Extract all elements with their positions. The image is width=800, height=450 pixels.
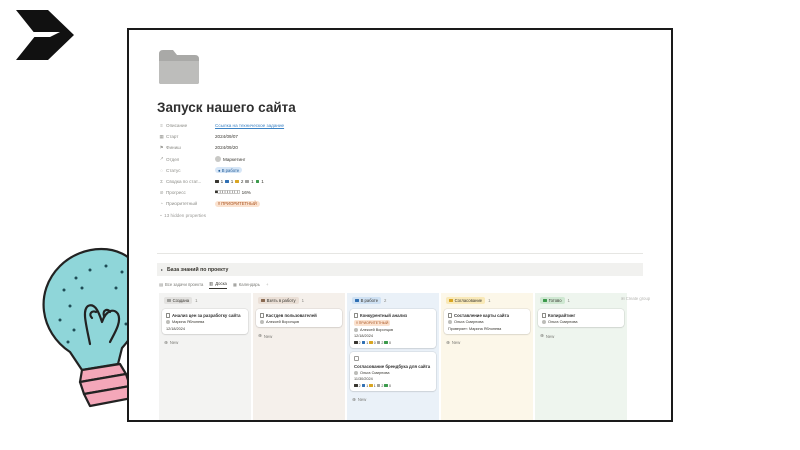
plus-icon: ⊕ — [352, 396, 356, 402]
document-icon — [542, 313, 546, 318]
document-icon — [354, 313, 358, 318]
add-view-button[interactable]: + — [266, 282, 268, 287]
column-count: 1 — [567, 298, 570, 303]
database-toggle-header[interactable]: ▸ База знаний по проекту — [157, 263, 643, 276]
subtask-counts: 2 1 0 2 0 — [354, 341, 432, 345]
calendar-icon: ▦ — [159, 133, 164, 139]
column-count: 1 — [195, 298, 198, 303]
assignee-avatar — [354, 327, 358, 332]
divider — [157, 253, 643, 254]
task-card[interactable]: Кастдев пользователей Алексей Воронцов — [256, 309, 342, 328]
summary-square-created — [215, 179, 219, 184]
property-department[interactable]: ↗ Отдел Маркетинг — [159, 154, 459, 165]
page-icon — [354, 355, 359, 361]
task-card[interactable]: Анализ цен за разработку сайта Марина Яб… — [162, 309, 248, 334]
document-icon — [448, 313, 452, 318]
property-priority[interactable]: ◔ Приоритетный ‼ ПРИОРИТЕТНЫЙ — [159, 198, 459, 209]
create-group-button[interactable]: ⊞ Create group — [621, 296, 650, 301]
priority-badge[interactable]: ‼ ПРИОРИТЕТНЫЙ — [215, 200, 260, 207]
task-card[interactable]: Копирайтинг Ольга Смирнова — [538, 309, 624, 328]
document-icon — [260, 313, 264, 318]
kanban-board: Создана 1 Анализ цен за разработку сайта… — [159, 293, 627, 420]
column-created: Создана 1 Анализ цен за разработку сайта… — [159, 293, 251, 420]
tab-all-tasks[interactable]: ▤ Все задачи проекта — [159, 279, 203, 289]
assignee-avatar — [542, 320, 546, 325]
summary-square-review — [245, 179, 250, 184]
department-avatar — [215, 156, 221, 163]
column-tag-in-work[interactable]: В работе — [352, 297, 382, 304]
assignee-avatar — [354, 370, 358, 375]
status-icon: ◌ — [160, 167, 163, 173]
column-tag-approval[interactable]: Согласование — [446, 297, 486, 304]
assignee-avatar — [166, 320, 170, 325]
column-approval: Согласование 1 Составление карты сайта О… — [441, 293, 533, 420]
property-finish[interactable]: ⚑ Финиш 2024/09/20 — [159, 142, 459, 153]
hidden-properties-toggle[interactable]: ⌄ 13 hidden properties — [159, 210, 459, 221]
property-description[interactable]: ≡ Описание Ссылка на техническое задание — [159, 120, 459, 131]
column-in-work: В работе 2 Конкурентный анализ ‼ ПРИОРИТ… — [347, 293, 439, 420]
calendar-view-icon: ▦ — [232, 281, 237, 287]
page-title[interactable]: Запуск нашего сайта — [157, 100, 296, 115]
progress-bar: ■□□□□□□□□□ — [215, 190, 240, 196]
person-icon: ↗ — [159, 156, 164, 162]
new-card-button[interactable]: ⊕ New — [258, 333, 343, 339]
document-icon — [166, 313, 170, 318]
task-card[interactable]: Составление карты сайта Ольга Смирнова П… — [444, 309, 530, 334]
table-view-icon: ▤ — [159, 281, 163, 287]
property-status[interactable]: ◌ Статус ● В работе — [159, 165, 459, 176]
flag-icon: ⚑ — [159, 144, 164, 150]
column-take-to-work: Взять в работу 1 Кастдев пользователей А… — [253, 293, 345, 420]
folder-icon[interactable] — [157, 48, 201, 86]
summary-icon: Σ — [160, 179, 163, 185]
plus-icon: ⊕ — [446, 339, 450, 345]
plus-icon: ⊕ — [164, 339, 168, 345]
properties-panel: ≡ Описание Ссылка на техническое задание … — [159, 120, 459, 221]
property-progress[interactable]: ⊘ Прогресс ■□□□□□□□□□ 16% — [159, 187, 459, 198]
assignee-avatar — [260, 320, 264, 325]
progress-icon: ⊘ — [159, 189, 164, 195]
column-done: Готово 1 Копирайтинг Ольга Смирнова ⊕ New — [535, 293, 627, 420]
board-view-icon: ▥ — [209, 281, 214, 286]
tab-calendar[interactable]: ▦ Календарь — [233, 279, 260, 289]
subtask-counts: 2 1 1 2 0 — [354, 384, 432, 388]
status-badge[interactable]: ● В работе — [215, 167, 243, 174]
column-tag-created[interactable]: Создана — [164, 297, 193, 304]
column-count: 1 — [301, 298, 304, 303]
tab-board[interactable]: ▥ Доска — [209, 279, 227, 289]
summary-square-done — [255, 179, 260, 184]
task-card[interactable]: Конкурентный анализ ‼ ПРИОРИТЕТНЫЙ Алекс… — [350, 309, 436, 348]
toggle-triangle-icon[interactable]: ▸ — [161, 267, 163, 272]
plus-icon: ⊕ — [258, 333, 262, 339]
column-count: 1 — [488, 298, 491, 303]
column-count: 2 — [384, 298, 387, 303]
plus-icon: ⊕ — [540, 333, 544, 339]
priority-badge: ‼ ПРИОРИТЕТНЫЙ — [354, 320, 391, 326]
spec-link[interactable]: Ссылка на техническое задание — [215, 123, 284, 128]
summary-counts: 1 1 2 1 1 — [215, 179, 264, 184]
new-card-button[interactable]: ⊕ New — [540, 333, 625, 339]
new-card-button[interactable]: ⊕ New — [352, 397, 437, 403]
new-card-button[interactable]: ⊕ New — [164, 340, 249, 346]
view-tabs: ▤ Все задачи проекта ▥ Доска ▦ Календарь + — [159, 279, 268, 289]
column-tag-done[interactable]: Готово — [540, 297, 565, 304]
property-start[interactable]: ▦ Старт 2024/09/07 — [159, 131, 459, 142]
notion-page-window: Запуск нашего сайта ≡ Описание Ссылка на … — [127, 28, 673, 422]
chevron-down-icon: ⌄ — [159, 212, 163, 218]
summary-square-todo — [225, 179, 229, 184]
description-icon: ≡ — [160, 123, 163, 129]
property-task-summary[interactable]: Σ Сводка по стат... 1 1 2 1 1 — [159, 176, 459, 187]
summary-square-inwork — [235, 179, 239, 184]
task-card[interactable]: Согласование брендбука для сайта Ольга С… — [350, 351, 436, 391]
assignee-avatar — [448, 320, 452, 325]
priority-icon: ◔ — [160, 201, 163, 207]
brand-logo — [16, 10, 74, 60]
column-tag-take-to-work[interactable]: Взять в работу — [258, 297, 299, 304]
new-card-button[interactable]: ⊕ New — [446, 340, 531, 346]
